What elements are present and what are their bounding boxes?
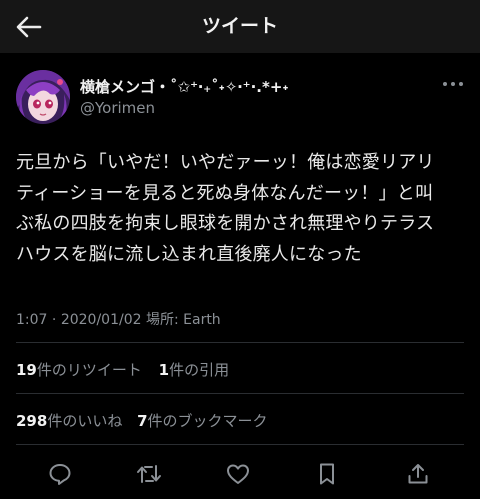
- tweet-meta: 1:07 · 2020/01/02 場所: Earth: [16, 309, 221, 329]
- quotes-count: 1: [158, 361, 170, 379]
- quotes-label: 件の引用: [169, 361, 230, 379]
- likes-stat[interactable]: 298件のいいね: [16, 410, 122, 431]
- retweets-stat[interactable]: 19件のリツイート: [16, 359, 142, 380]
- arrow-left-icon: [16, 16, 42, 38]
- reply-icon: [49, 464, 71, 485]
- tweet-text: 元旦から「いやだ！いやだァーッ！俺は恋愛リアリ ティーショーを見ると死ぬ身体なん…: [16, 148, 472, 270]
- tweet-time[interactable]: 1:07: [16, 312, 47, 328]
- like-button[interactable]: [222, 458, 254, 490]
- user-handle[interactable]: @Yorimen: [80, 99, 155, 117]
- tweet-date[interactable]: 2020/01/02: [61, 312, 142, 328]
- tweet-text-line: 元旦から「いやだ！いやだァーッ！俺は恋愛リアリ: [16, 152, 435, 173]
- top-bar: ツイート: [0, 0, 480, 53]
- more-options-button[interactable]: [438, 74, 468, 94]
- divider: [16, 342, 464, 343]
- display-name[interactable]: 横槍メンゴ・˚✩⁺‧₊˚˖✧‧⁺·.*+˖: [80, 76, 289, 97]
- page-title: ツイート: [201, 15, 278, 37]
- heart-icon: [227, 464, 249, 484]
- bookmarks-count: 7: [137, 412, 148, 430]
- tweet-text-line: ぶ私の四肢を拘束し眼球を開かされ無理やりテラス: [16, 213, 435, 234]
- bookmark-button[interactable]: [311, 458, 343, 490]
- reply-button[interactable]: [44, 458, 76, 490]
- retweet-button[interactable]: [133, 458, 165, 490]
- location-label: 場所:: [145, 312, 179, 328]
- avatar[interactable]: [16, 70, 70, 124]
- divider: [16, 444, 464, 445]
- retweet-icon: [137, 465, 161, 483]
- share-button[interactable]: [402, 458, 434, 490]
- stats-row-likes: 298件のいいね 7件のブックマーク: [16, 410, 268, 431]
- bookmarks-stat[interactable]: 7件のブックマーク: [137, 410, 267, 431]
- tweet-location[interactable]: Earth: [183, 312, 221, 328]
- likes-count: 298: [16, 412, 48, 430]
- quotes-stat[interactable]: 1件の引用: [159, 359, 229, 380]
- tweet-actions-bar: [0, 452, 480, 492]
- retweets-label: 件のリツイート: [36, 361, 142, 379]
- bookmark-icon: [320, 463, 334, 485]
- more-horizontal-icon: [443, 82, 463, 86]
- stats-row-retweets: 19件のリツイート 1件の引用: [16, 359, 229, 380]
- retweets-count: 19: [16, 361, 37, 379]
- tweet-text-line: ハウスを脳に流し込まれ直後廃人になった: [16, 243, 362, 265]
- tweet-text-line: ティーショーを見ると死ぬ身体なんだーッ！」と叫: [16, 182, 434, 204]
- likes-label: 件のいいね: [47, 412, 123, 430]
- bookmarks-label: 件のブックマーク: [147, 412, 268, 430]
- back-button[interactable]: [12, 10, 46, 44]
- meta-separator: ·: [51, 312, 57, 328]
- share-icon: [408, 464, 428, 484]
- divider: [16, 393, 464, 394]
